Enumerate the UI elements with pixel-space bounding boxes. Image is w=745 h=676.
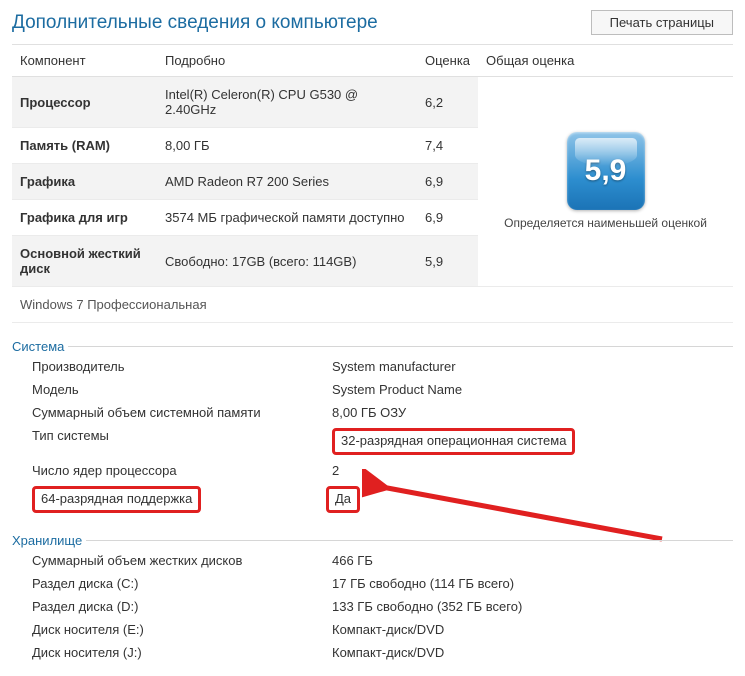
- kv-value: 17 ГБ свободно (114 ГБ всего): [332, 576, 733, 591]
- kv-key: Суммарный объем жестких дисков: [32, 553, 332, 568]
- kv-value: 466 ГБ: [332, 553, 733, 568]
- storage-section: Хранилище Суммарный объем жестких дисков…: [12, 533, 733, 664]
- overall-score-badge: 5,9: [567, 132, 645, 210]
- kv-value: Да: [332, 486, 733, 513]
- kv-key: 64-разрядная поддержка: [32, 486, 332, 513]
- list-item: Суммарный объем жестких дисков 466 ГБ: [12, 549, 733, 572]
- cell-detail: AMD Radeon R7 200 Series: [157, 164, 417, 200]
- performance-table: Компонент Подробно Оценка Общая оценка П…: [12, 44, 733, 323]
- x64-support-highlight-key: 64-разрядная поддержка: [32, 486, 201, 513]
- print-page-button[interactable]: Печать страницы: [591, 10, 733, 35]
- col-score: Оценка: [417, 45, 478, 77]
- cell-score: 6,2: [417, 77, 478, 128]
- overall-score-cell: 5,9 Определяется наименьшей оценкой: [478, 77, 733, 287]
- list-item: 64-разрядная поддержка Да: [12, 482, 733, 517]
- kv-key: Диск носителя (J:): [32, 645, 332, 660]
- cell-detail: 8,00 ГБ: [157, 128, 417, 164]
- kv-value: 8,00 ГБ ОЗУ: [332, 405, 733, 420]
- list-item: Суммарный объем системной памяти 8,00 ГБ…: [12, 401, 733, 424]
- cell-score: 6,9: [417, 164, 478, 200]
- list-item: Число ядер процессора 2: [12, 459, 733, 482]
- kv-key: Модель: [32, 382, 332, 397]
- table-footer-row: Windows 7 Профессиональная: [12, 287, 733, 323]
- list-item: Раздел диска (D:) 133 ГБ свободно (352 Г…: [12, 595, 733, 618]
- cell-detail: 3574 МБ графической памяти доступно: [157, 200, 417, 236]
- list-item: Диск носителя (J:) Компакт-диск/DVD: [12, 641, 733, 664]
- kv-key: Раздел диска (C:): [32, 576, 332, 591]
- cell-score: 6,9: [417, 200, 478, 236]
- kv-key: Тип системы: [32, 428, 332, 455]
- list-item: Тип системы 32-разрядная операционная си…: [12, 424, 733, 459]
- overall-score-caption: Определяется наименьшей оценкой: [486, 216, 725, 231]
- cell-component: Основной жесткий диск: [12, 236, 157, 287]
- list-item: Производитель System manufacturer: [12, 355, 733, 378]
- x64-support-highlight-value: Да: [326, 486, 360, 513]
- kv-key: Суммарный объем системной памяти: [32, 405, 332, 420]
- system-section-title: Система: [12, 339, 68, 354]
- kv-key: Число ядер процессора: [32, 463, 332, 478]
- list-item: Раздел диска (C:) 17 ГБ свободно (114 ГБ…: [12, 572, 733, 595]
- cell-component: Графика: [12, 164, 157, 200]
- kv-value: 32-разрядная операционная система: [332, 428, 733, 455]
- storage-section-title: Хранилище: [12, 533, 86, 548]
- cell-detail: Свободно: 17GB (всего: 114GB): [157, 236, 417, 287]
- col-overall: Общая оценка: [478, 45, 733, 77]
- col-detail: Подробно: [157, 45, 417, 77]
- list-item: Модель System Product Name: [12, 378, 733, 401]
- kv-value: System Product Name: [332, 382, 733, 397]
- cell-component: Память (RAM): [12, 128, 157, 164]
- kv-key: Диск носителя (E:): [32, 622, 332, 637]
- cell-score: 5,9: [417, 236, 478, 287]
- kv-value: Компакт-диск/DVD: [332, 645, 733, 660]
- page-title: Дополнительные сведения о компьютере: [12, 12, 378, 34]
- list-item: Диск носителя (E:) Компакт-диск/DVD: [12, 618, 733, 641]
- os-edition: Windows 7 Профессиональная: [12, 287, 733, 323]
- cell-component: Процессор: [12, 77, 157, 128]
- system-type-highlight: 32-разрядная операционная система: [332, 428, 575, 455]
- kv-value: Компакт-диск/DVD: [332, 622, 733, 637]
- cell-score: 7,4: [417, 128, 478, 164]
- kv-value: System manufacturer: [332, 359, 733, 374]
- system-section: Система Производитель System manufacture…: [12, 339, 733, 517]
- kv-key: Производитель: [32, 359, 332, 374]
- cell-detail: Intel(R) Celeron(R) CPU G530 @ 2.40GHz: [157, 77, 417, 128]
- cell-component: Графика для игр: [12, 200, 157, 236]
- kv-value: 2: [332, 463, 733, 478]
- table-row: Процессор Intel(R) Celeron(R) CPU G530 @…: [12, 77, 733, 128]
- col-component: Компонент: [12, 45, 157, 77]
